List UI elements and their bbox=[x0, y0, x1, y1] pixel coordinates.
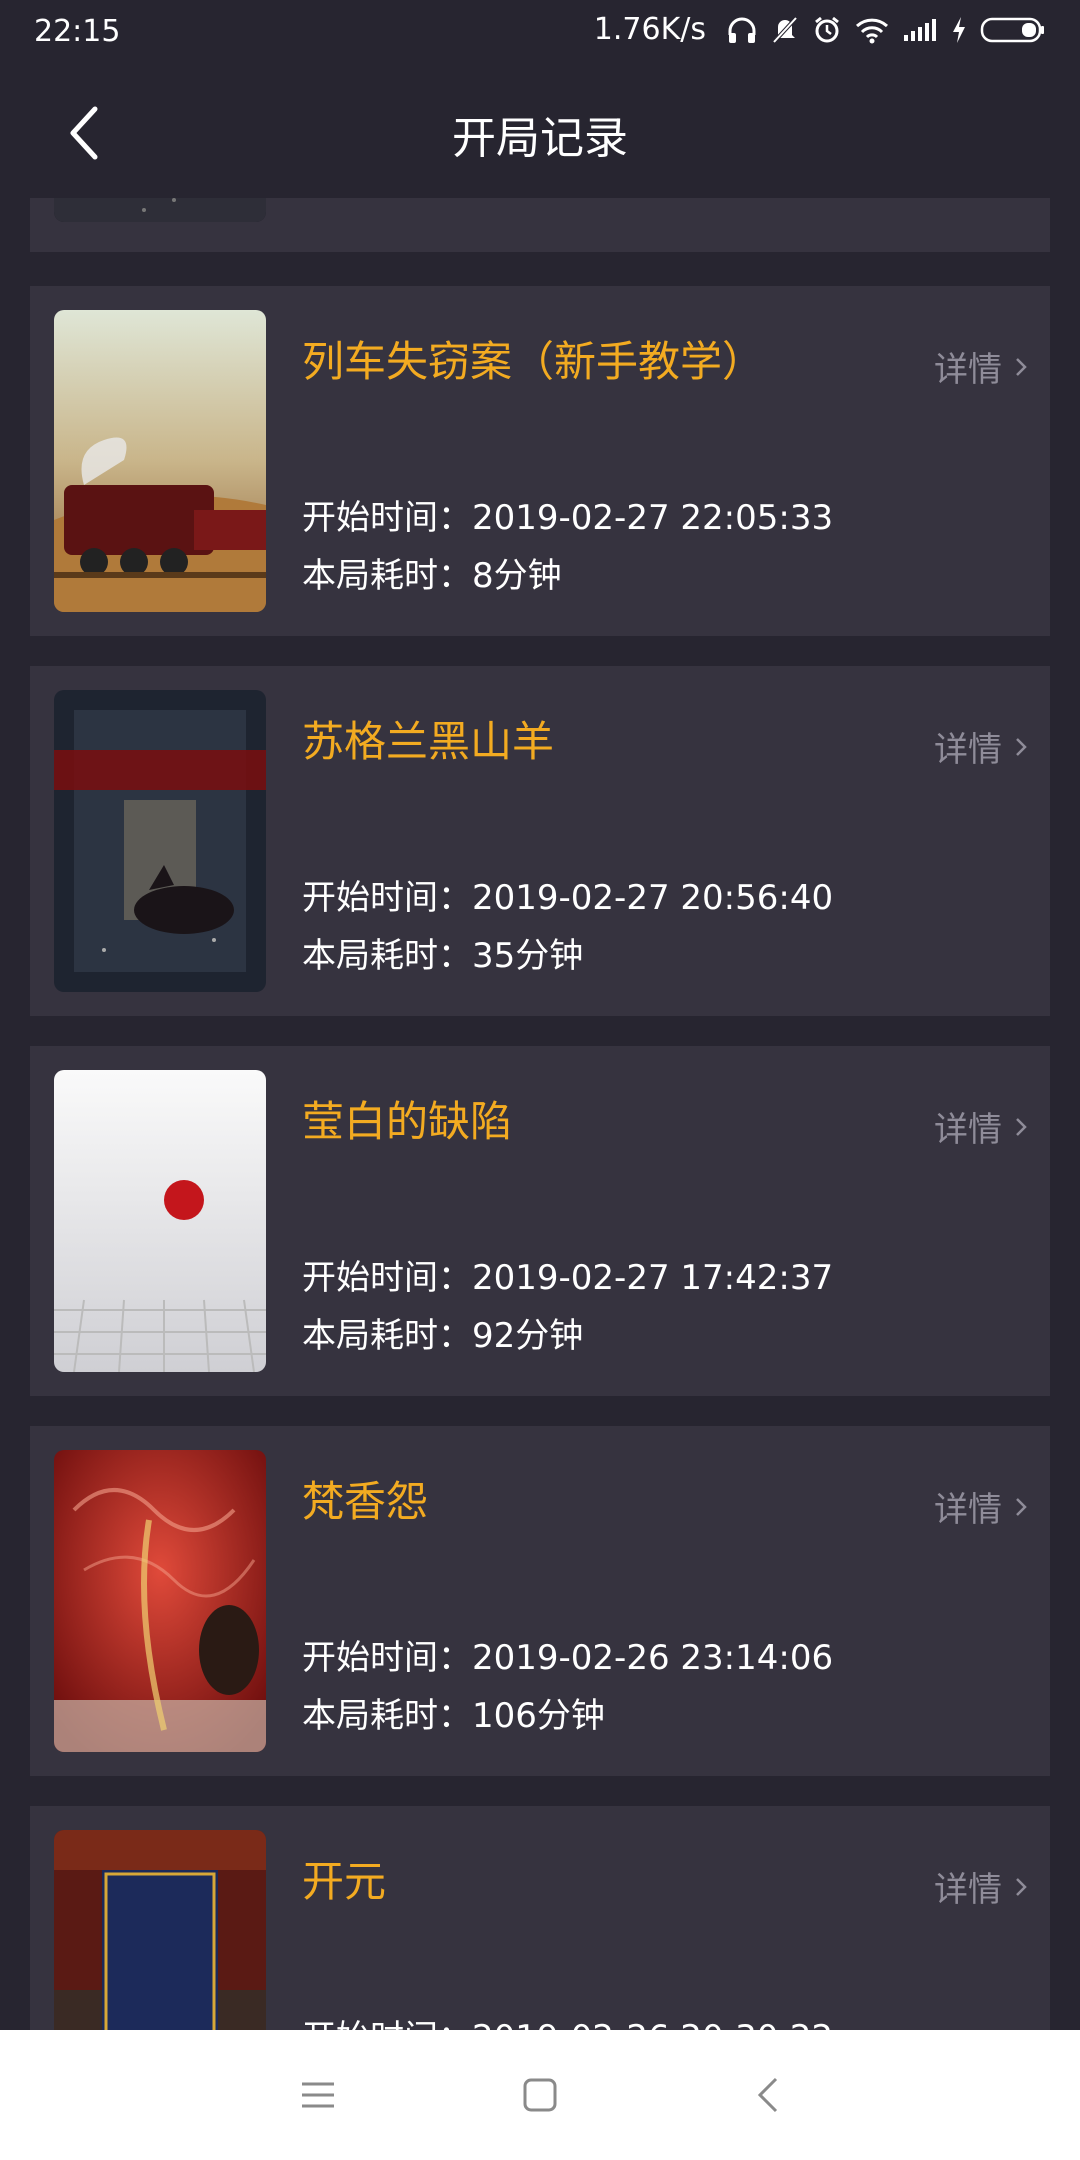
duration: 92分钟 bbox=[472, 1316, 584, 1356]
detail-link[interactable]: 详情 bbox=[934, 1482, 1028, 1531]
network-speed: 1.76K/s bbox=[593, 12, 706, 47]
start-time-line: 开始时间：2019-02-26 23:14:06 bbox=[302, 1630, 833, 1679]
cover-image bbox=[54, 690, 266, 992]
chevron-right-icon bbox=[1016, 737, 1027, 756]
duration-label: 本局耗时： bbox=[302, 936, 472, 976]
header: 开局记录 bbox=[0, 68, 1080, 198]
record-title: 莹白的缺陷 bbox=[302, 1097, 513, 1146]
cover-image bbox=[54, 1070, 266, 1372]
record-card[interactable]: 梵香怨 详情 开始时间：2019-02-26 23:14:06 本局耗时：106… bbox=[30, 1426, 1050, 1776]
record-card[interactable]: 莹白的缺陷 详情 开始时间：2019-02-27 17:42:37 本局耗时：9… bbox=[30, 1046, 1050, 1396]
start-time: 2019-02-27 17:42:37 bbox=[472, 1258, 834, 1298]
navigation-bar bbox=[0, 2030, 1080, 2160]
record-card[interactable]: 列车失窃案（新手教学） 详情 开始时间：2019-02-27 22:05:33 … bbox=[30, 286, 1050, 636]
start-time: 2019-02-26 23:14:06 bbox=[472, 1638, 834, 1678]
record-card[interactable]: 开元 详情 开始时间：2019-02-26 20:30:22 bbox=[30, 1806, 1050, 2030]
record-title: 列车失窃案（新手教学） bbox=[302, 337, 765, 386]
signal-icon bbox=[904, 18, 936, 41]
start-label: 开始时间： bbox=[302, 878, 472, 918]
duration-label: 本局耗时： bbox=[302, 1696, 472, 1736]
record-title: 苏格兰黑山羊 bbox=[302, 717, 555, 766]
record-title: 开元 bbox=[302, 1857, 387, 1906]
start-time-line: 开始时间：2019-02-27 20:56:40 bbox=[302, 870, 833, 919]
record-list[interactable]: 列车失窃案（新手教学） 详情 开始时间：2019-02-27 22:05:33 … bbox=[0, 198, 1080, 2030]
duration-label: 本局耗时： bbox=[302, 1316, 472, 1356]
battery-icon bbox=[980, 17, 1044, 42]
duration-line: 本局耗时：92分钟 bbox=[302, 1308, 583, 1357]
cover-image bbox=[54, 198, 266, 222]
start-time-line: 开始时间：2019-02-27 22:05:33 bbox=[302, 490, 833, 539]
start-time: 2019-02-27 22:05:33 bbox=[472, 498, 834, 538]
home-square-icon bbox=[523, 2078, 557, 2112]
duration: 35分钟 bbox=[472, 936, 584, 976]
detail-link[interactable]: 详情 bbox=[934, 722, 1028, 771]
chevron-right-icon bbox=[1016, 357, 1027, 376]
screen: 22:15 1.76K/s 开局记录 列车失窃案（新手教学） 详情 开始时间：2… bbox=[0, 0, 1080, 2160]
start-label: 开始时间： bbox=[302, 1258, 472, 1298]
duration: 106分钟 bbox=[472, 1696, 605, 1736]
duration-line: 本局耗时：35分钟 bbox=[302, 928, 583, 977]
status-icons: 1.76K/s bbox=[594, 12, 1046, 47]
detail-label: 详情 bbox=[934, 730, 1002, 770]
chevron-right-icon bbox=[1016, 1877, 1027, 1896]
detail-link[interactable]: 详情 bbox=[934, 342, 1028, 391]
status-bar: 22:15 1.76K/s bbox=[0, 0, 1080, 68]
home-button[interactable] bbox=[510, 2065, 570, 2125]
start-time-line: 开始时间：2019-02-26 20:30:22 bbox=[302, 2010, 833, 2030]
charging-icon bbox=[953, 16, 965, 43]
chevron-right-icon bbox=[1016, 1497, 1027, 1516]
detail-label: 详情 bbox=[934, 1870, 1002, 1910]
duration-label: 本局耗时： bbox=[302, 556, 472, 596]
status-time: 22:15 bbox=[34, 14, 121, 49]
menu-button[interactable] bbox=[288, 2065, 348, 2125]
record-title: 梵香怨 bbox=[302, 1477, 429, 1526]
detail-label: 详情 bbox=[934, 350, 1002, 390]
headphones-icon bbox=[728, 17, 756, 43]
detail-link[interactable]: 详情 bbox=[934, 1862, 1028, 1911]
menu-icon bbox=[302, 2082, 334, 2108]
cover-image bbox=[54, 310, 266, 612]
back-icon bbox=[757, 2077, 778, 2113]
chevron-right-icon bbox=[1016, 1117, 1027, 1136]
alarm-icon bbox=[815, 16, 839, 42]
record-card-previous[interactable] bbox=[30, 198, 1050, 252]
mute-icon bbox=[772, 16, 798, 43]
wifi-icon bbox=[855, 18, 889, 43]
duration: 8分钟 bbox=[472, 556, 562, 596]
start-label: 开始时间： bbox=[302, 1638, 472, 1678]
page-title: 开局记录 bbox=[452, 113, 628, 164]
start-time: 2019-02-27 20:56:40 bbox=[472, 878, 834, 918]
start-label: 开始时间： bbox=[302, 498, 472, 538]
start-time-line: 开始时间：2019-02-27 17:42:37 bbox=[302, 1250, 833, 1299]
start-label: 开始时间： bbox=[302, 2018, 472, 2030]
start-time: 2019-02-26 20:30:22 bbox=[472, 2018, 833, 2030]
detail-label: 详情 bbox=[934, 1110, 1002, 1150]
detail-label: 详情 bbox=[934, 1490, 1002, 1530]
duration-line: 本局耗时：8分钟 bbox=[302, 548, 562, 597]
cover-image bbox=[54, 1450, 266, 1752]
system-back-button[interactable] bbox=[738, 2065, 798, 2125]
detail-link[interactable]: 详情 bbox=[934, 1102, 1028, 1151]
duration-line: 本局耗时：106分钟 bbox=[302, 1688, 605, 1737]
record-card[interactable]: 苏格兰黑山羊 详情 开始时间：2019-02-27 20:56:40 本局耗时：… bbox=[30, 666, 1050, 1016]
cover-image bbox=[54, 1830, 266, 2030]
